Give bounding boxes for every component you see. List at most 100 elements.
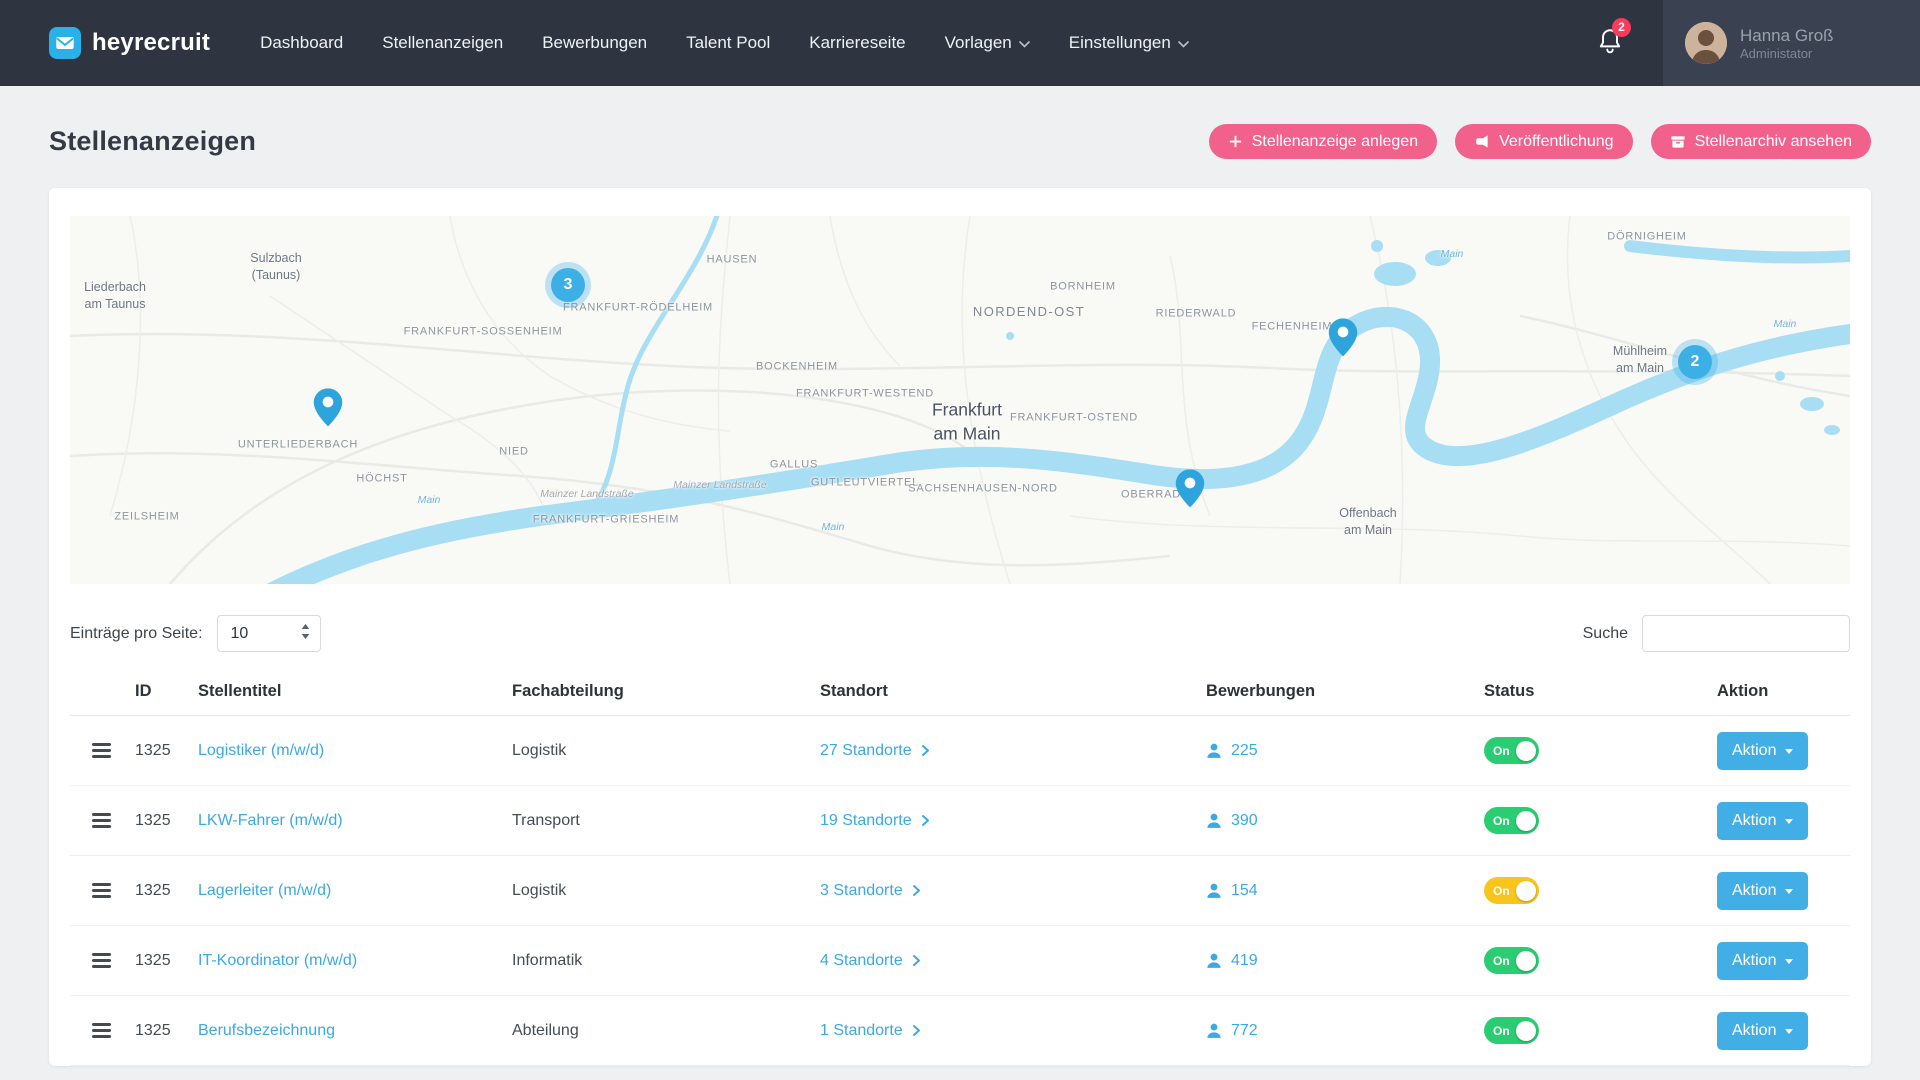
row-department: Transport [512, 812, 820, 830]
col-header-fachabteilung: Fachabteilung [512, 682, 820, 701]
person-icon [1206, 743, 1222, 759]
applications-link[interactable]: 419 [1206, 952, 1484, 970]
map-pin[interactable] [314, 388, 343, 431]
nav-item[interactable]: Einstellungen [1069, 33, 1189, 53]
search-label: Suche [1583, 625, 1628, 643]
row-department: Logistik [512, 742, 820, 760]
status-toggle[interactable]: On [1484, 807, 1539, 834]
locations-link[interactable]: 4 Standorte [820, 952, 1206, 970]
nav-item[interactable]: Karriereseite [809, 33, 905, 53]
logo-text: heyrecruit [92, 29, 210, 57]
chevron-down-icon [1019, 41, 1030, 48]
applications-link[interactable]: 772 [1206, 1022, 1484, 1040]
row-action-button[interactable]: Aktion [1717, 802, 1808, 840]
caret-down-icon [1785, 749, 1793, 754]
heyrecruit-logo-icon [49, 27, 81, 59]
chevron-down-icon [1178, 41, 1189, 48]
row-id: 1325 [135, 952, 198, 970]
header-actions: Stellenanzeige anlegen Veröffentlichung [1209, 124, 1871, 159]
drag-handle-icon[interactable] [92, 743, 111, 758]
row-department: Informatik [512, 952, 820, 970]
search-input[interactable] [1642, 615, 1850, 652]
table-row: 1325 Lagerleiter (m/w/d) Logistik 3 Stan… [70, 856, 1850, 926]
heyrecruit-logo[interactable]: heyrecruit [49, 27, 210, 59]
nav-item[interactable]: Talent Pool [686, 33, 770, 53]
header-action-button[interactable]: Veröffentlichung [1455, 124, 1632, 159]
col-header-stellentitel: Stellentitel [198, 682, 512, 701]
table-row: 1325 LKW-Fahrer (m/w/d) Transport 19 Sta… [70, 786, 1850, 856]
caret-down-icon [1785, 819, 1793, 824]
table-row: 1325 IT-Koordinator (m/w/d) Informatik 4… [70, 926, 1850, 996]
stepper-icon [301, 624, 310, 644]
header-action-button[interactable]: Stellenarchiv ansehen [1651, 124, 1871, 159]
main-nav: Dashboard Stellenanzeigen Bewerbungen Ta… [260, 33, 1189, 53]
drag-handle-icon[interactable] [92, 953, 111, 968]
col-header-bewerbungen: Bewerbungen [1206, 682, 1484, 701]
locations-link[interactable]: 19 Standorte [820, 812, 1206, 830]
row-id: 1325 [135, 882, 198, 900]
locations-link[interactable]: 3 Standorte [820, 882, 1206, 900]
drag-handle-icon[interactable] [92, 813, 111, 828]
nav-item[interactable]: Dashboard [260, 33, 343, 53]
drag-handle-icon[interactable] [92, 883, 111, 898]
row-action-button[interactable]: Aktion [1717, 732, 1808, 770]
job-title-link[interactable]: IT-Koordinator (m/w/d) [198, 952, 357, 969]
table-row: 1325 Berufsbezeichnung Abteilung 1 Stand… [70, 996, 1850, 1066]
applications-link[interactable]: 154 [1206, 882, 1484, 900]
job-title-link[interactable]: LKW-Fahrer (m/w/d) [198, 812, 343, 829]
per-page-select[interactable]: 10 [217, 615, 321, 652]
button-icon [1228, 134, 1243, 149]
drag-handle-icon[interactable] [92, 1023, 111, 1038]
header-action-button[interactable]: Stellenanzeige anlegen [1209, 124, 1437, 159]
map-cluster[interactable]: 2 [1678, 345, 1712, 379]
applications-link[interactable]: 390 [1206, 812, 1484, 830]
jobs-table: ID Stellentitel Fachabteilung Standort B… [70, 668, 1850, 1066]
col-header-standort: Standort [820, 682, 1206, 701]
user-menu[interactable]: Hanna Groß Administator [1663, 0, 1920, 86]
table-header: ID Stellentitel Fachabteilung Standort B… [70, 668, 1850, 716]
caret-down-icon [1785, 1029, 1793, 1034]
top-navbar: heyrecruit Dashboard Stellenanzeigen Bew… [0, 0, 1920, 86]
person-icon [1206, 883, 1222, 899]
chevron-right-icon [921, 744, 930, 757]
user-name: Hanna Groß [1740, 25, 1834, 46]
table-row: 1325 Logistiker (m/w/d) Logistik 27 Stan… [70, 716, 1850, 786]
row-id: 1325 [135, 812, 198, 830]
status-toggle[interactable]: On [1484, 947, 1539, 974]
col-header-id: ID [135, 682, 198, 701]
user-role: Administator [1740, 46, 1834, 61]
stellenanzeigen-card: Sulzbach (Taunus) Liederbach am Taunus H… [49, 188, 1871, 1066]
applications-link[interactable]: 225 [1206, 742, 1484, 760]
status-toggle[interactable]: On [1484, 1017, 1539, 1044]
nav-item[interactable]: Bewerbungen [542, 33, 647, 53]
job-title-link[interactable]: Berufsbezeichnung [198, 1022, 335, 1039]
per-page-label: Einträge pro Seite: [70, 625, 203, 643]
nav-item[interactable]: Vorlagen [945, 33, 1030, 53]
nav-item[interactable]: Stellenanzeigen [382, 33, 503, 53]
row-action-button[interactable]: Aktion [1717, 872, 1808, 910]
map-pin[interactable] [1176, 469, 1205, 512]
toggle-knob [1516, 881, 1536, 901]
status-toggle[interactable]: On [1484, 737, 1539, 764]
person-icon [1206, 953, 1222, 969]
caret-down-icon [1785, 959, 1793, 964]
map-pin[interactable] [1329, 318, 1358, 361]
row-department: Logistik [512, 882, 820, 900]
avatar [1685, 22, 1727, 64]
locations-link[interactable]: 27 Standorte [820, 742, 1206, 760]
locations-link[interactable]: 1 Standorte [820, 1022, 1206, 1040]
map-cluster[interactable]: 3 [551, 268, 585, 302]
row-id: 1325 [135, 742, 198, 760]
toggle-knob [1516, 741, 1536, 761]
caret-down-icon [1785, 889, 1793, 894]
job-title-link[interactable]: Logistiker (m/w/d) [198, 742, 324, 759]
row-department: Abteilung [512, 1022, 820, 1040]
notifications-button[interactable]: 2 [1597, 27, 1623, 60]
row-action-button[interactable]: Aktion [1717, 1012, 1808, 1050]
job-title-link[interactable]: Lagerleiter (m/w/d) [198, 882, 331, 899]
row-action-button[interactable]: Aktion [1717, 942, 1808, 980]
toggle-knob [1516, 811, 1536, 831]
locations-map[interactable]: Sulzbach (Taunus) Liederbach am Taunus H… [70, 216, 1850, 584]
button-icon [1670, 134, 1686, 149]
status-toggle[interactable]: On [1484, 877, 1539, 904]
